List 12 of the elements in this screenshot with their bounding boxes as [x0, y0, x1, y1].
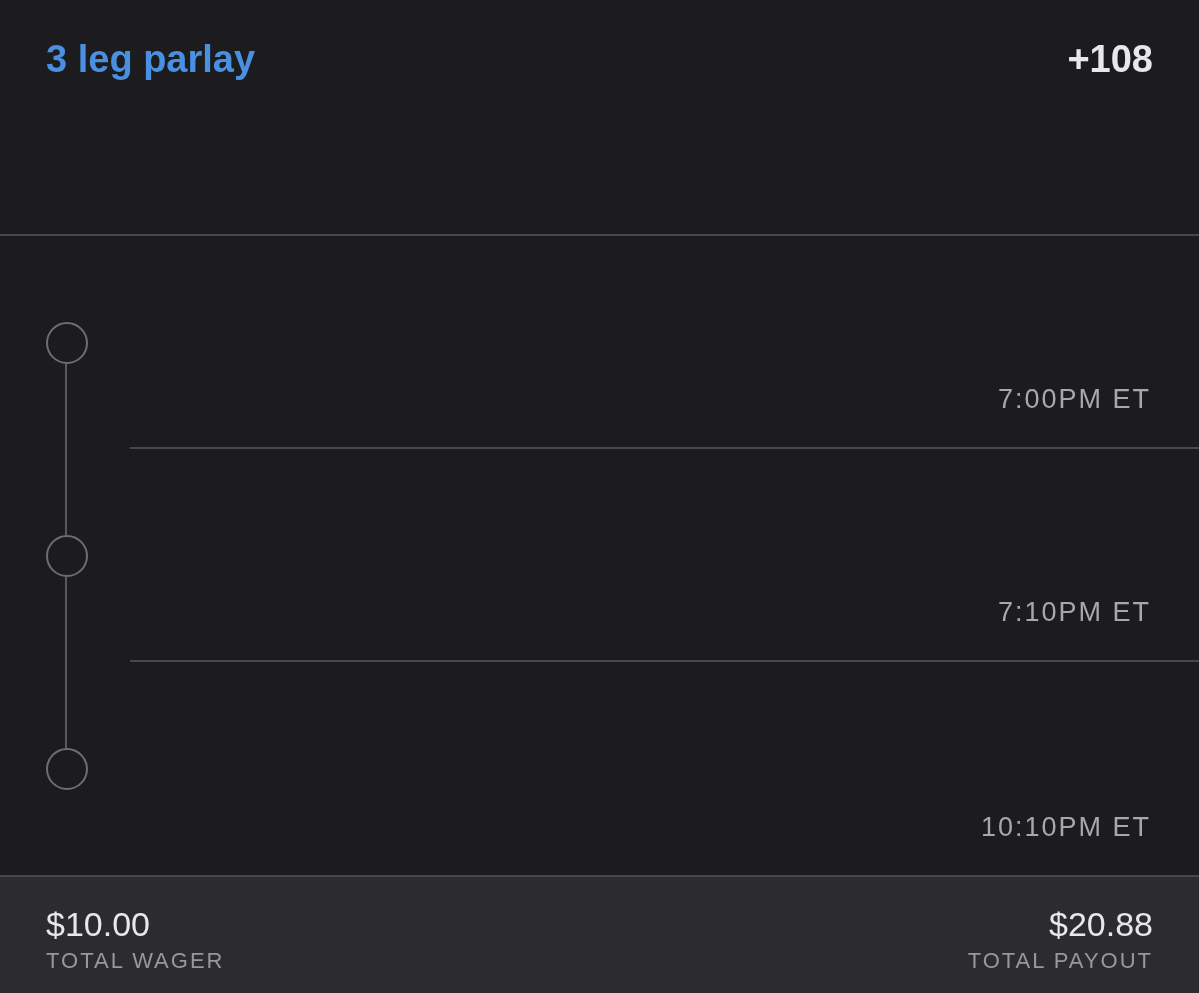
leg-status-circle — [46, 321, 88, 364]
payout-amount: $20.88 — [1049, 905, 1153, 944]
game-time: 7:10PM ET — [997, 597, 1151, 628]
leg-status-circle — [46, 534, 88, 577]
leg-status-circle — [46, 747, 88, 790]
wager-amount: $10.00 — [46, 905, 151, 944]
odds-value: +108 — [1067, 38, 1153, 81]
game-time: 10:10PM ET — [980, 812, 1151, 843]
bet-title: 3 leg parlay — [46, 38, 256, 81]
game-time: 7:00PM ET — [997, 384, 1151, 415]
wager-label: TOTAL WAGER — [46, 948, 225, 974]
payout-label: TOTAL PAYOUT — [967, 948, 1153, 974]
